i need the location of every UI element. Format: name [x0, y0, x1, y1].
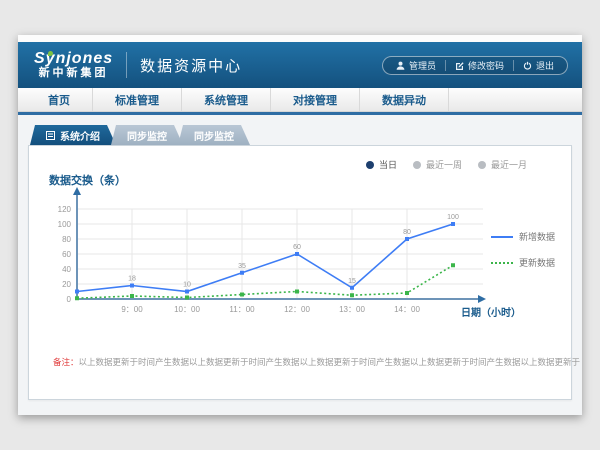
document-icon [46, 131, 55, 140]
top-strip [18, 35, 582, 42]
radio-label: 最近一周 [426, 158, 462, 171]
svg-text:14：00: 14：00 [394, 305, 420, 314]
svg-text:100: 100 [58, 220, 72, 229]
nav-item-standard-mgmt[interactable]: 标准管理 [93, 88, 182, 111]
user-icon [396, 61, 405, 70]
legend-label: 更新数据 [519, 256, 555, 269]
tab-sync-monitor-1[interactable]: 同步监控 [111, 125, 183, 145]
svg-text:80: 80 [403, 229, 411, 236]
content-area: 系统介绍 同步监控 同步监控 当日 最近一周 [18, 115, 582, 415]
tab-system-intro[interactable]: 系统介绍 [30, 125, 116, 145]
svg-text:11：00: 11：00 [229, 305, 255, 314]
svg-text:13：00: 13：00 [339, 305, 365, 314]
nav-item-data-change[interactable]: 数据异动 [360, 88, 449, 111]
user-menu-button[interactable]: 管理员 [387, 59, 445, 72]
time-range-filter: 当日 最近一周 最近一月 [366, 158, 527, 171]
svg-text:80: 80 [62, 235, 71, 244]
svg-text:120: 120 [58, 205, 72, 214]
user-label: 管理员 [409, 59, 436, 72]
dotted-line-swatch [491, 262, 513, 264]
chart-legend: 新增数据 更新数据 [491, 230, 555, 269]
tab-sync-monitor-2[interactable]: 同步监控 [178, 125, 250, 145]
radio-label: 当日 [379, 158, 397, 171]
tab-label: 同步监控 [127, 128, 167, 143]
nav-item-home[interactable]: 首页 [26, 88, 93, 111]
radio-label: 最近一月 [491, 158, 527, 171]
radio-today[interactable]: 当日 [366, 158, 397, 171]
company-logo: Synjones 新中新集团 [34, 51, 113, 80]
svg-text:35: 35 [238, 263, 246, 270]
radio-dot [413, 161, 421, 169]
svg-text:0: 0 [67, 295, 72, 304]
app-header: Synjones 新中新集团 数据资源中心 管理员 修改密码 退出 [18, 42, 582, 88]
radio-last-month[interactable]: 最近一月 [478, 158, 527, 171]
radio-last-week[interactable]: 最近一周 [413, 158, 462, 171]
header-divider [126, 52, 127, 78]
app-window: Synjones 新中新集团 数据资源中心 管理员 修改密码 退出 首页 [18, 35, 582, 415]
radio-dot [366, 161, 374, 169]
tab-label: 系统介绍 [60, 128, 100, 143]
svg-text:15: 15 [348, 278, 356, 285]
logout-label: 退出 [536, 59, 554, 72]
svg-text:20: 20 [62, 280, 71, 289]
tab-bar: 系统介绍 同步监控 同步监控 [30, 125, 250, 145]
svg-text:60: 60 [62, 250, 71, 259]
logo-leaf-icon [48, 51, 53, 56]
tab-label: 同步监控 [194, 128, 234, 143]
legend-item-new-data[interactable]: 新增数据 [491, 230, 555, 243]
svg-text:10：00: 10：00 [174, 305, 200, 314]
page-title: 数据资源中心 [140, 55, 242, 76]
nav-item-interface-mgmt[interactable]: 对接管理 [271, 88, 360, 111]
power-icon [523, 61, 532, 70]
svg-text:18: 18 [128, 276, 136, 283]
main-nav: 首页 标准管理 系统管理 对接管理 数据异动 [18, 88, 582, 112]
chart-panel: 当日 最近一周 最近一月 数据交换（条） 0204060801001209：00… [28, 145, 572, 400]
change-password-label: 修改密码 [468, 59, 504, 72]
svg-text:40: 40 [62, 265, 71, 274]
edit-icon [455, 61, 464, 70]
footnote: 备注：以上数据更新于时间产生数据以上数据更新于时间产生数据以上数据更新于时间产生… [53, 356, 580, 368]
line-chart: 0 20 40 60 80 100 120 9：00 10：00 11：00 12：00 13：00 1… [43, 184, 503, 334]
logo-text-cn: 新中新集团 [39, 67, 109, 80]
radio-dot [478, 161, 486, 169]
change-password-button[interactable]: 修改密码 [446, 59, 513, 72]
legend-label: 新增数据 [519, 230, 555, 243]
footnote-prefix: 备注： [53, 357, 79, 367]
logo-text-en: Synjones [34, 51, 113, 67]
svg-text:9：00: 9：00 [121, 305, 143, 314]
logout-button[interactable]: 退出 [514, 59, 563, 72]
svg-text:100: 100 [447, 214, 459, 221]
legend-item-updated-data[interactable]: 更新数据 [491, 256, 555, 269]
solid-line-swatch [491, 236, 513, 238]
svg-text:60: 60 [293, 244, 301, 251]
user-toolbar: 管理员 修改密码 退出 [382, 56, 568, 75]
nav-item-system-mgmt[interactable]: 系统管理 [182, 88, 271, 111]
footnote-text: 以上数据更新于时间产生数据以上数据更新于时间产生数据以上数据更新于时间产生数据以… [79, 357, 581, 367]
svg-text:10: 10 [183, 282, 191, 289]
svg-text:12：00: 12：00 [284, 305, 310, 314]
x-axis-title: 日期（小时） [461, 304, 521, 319]
